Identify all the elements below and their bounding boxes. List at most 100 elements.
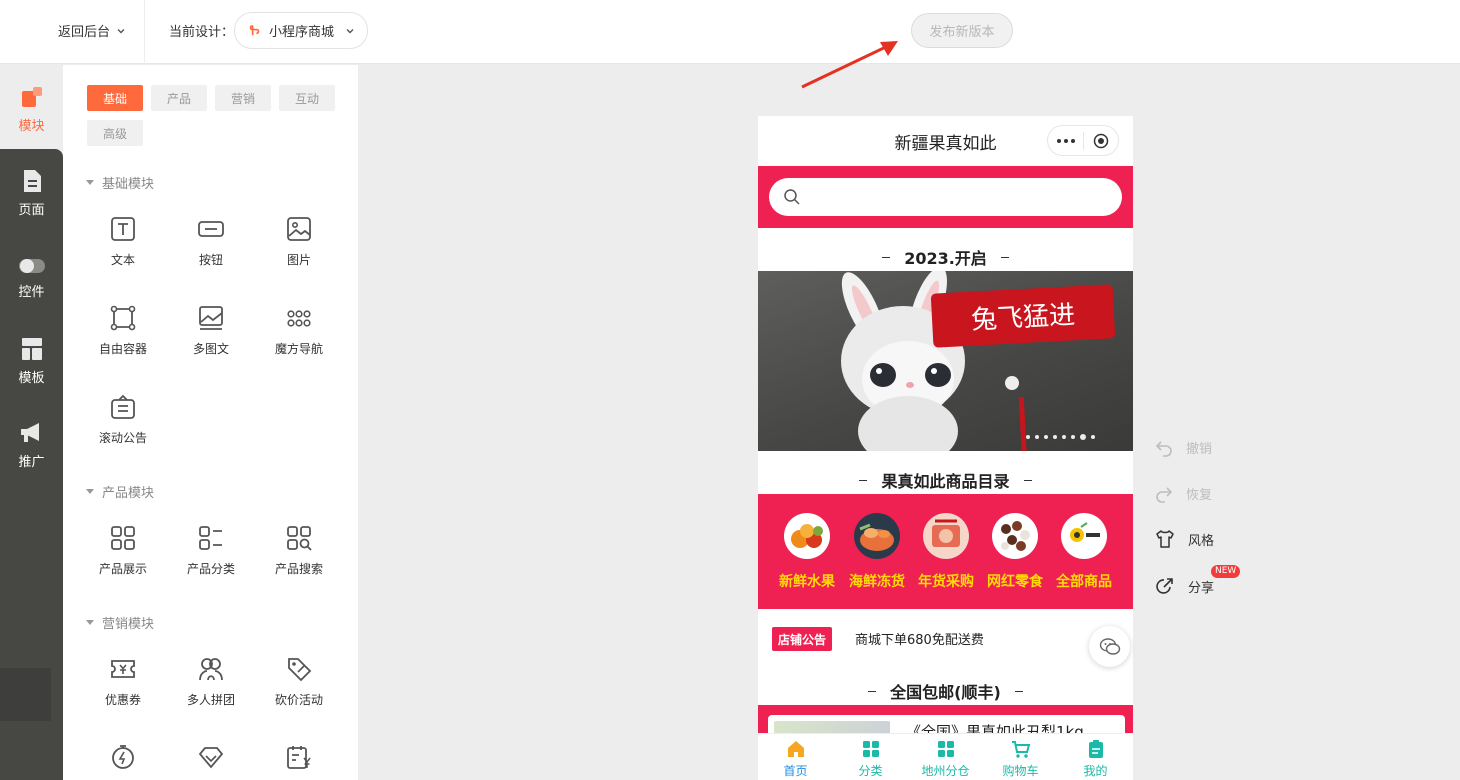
module-points[interactable] — [259, 743, 339, 771]
banner-carousel[interactable]: 兔飞猛进 — [758, 271, 1133, 451]
chip-basic[interactable]: 基础 — [87, 85, 143, 111]
module-label: 优惠券 — [104, 693, 141, 707]
group-buy-icon — [199, 658, 223, 681]
tab-warehouse[interactable]: 地州分仓 — [908, 734, 983, 780]
nav-label: 模块 — [18, 119, 45, 134]
section-marketing[interactable]: 营销模块 — [86, 613, 154, 632]
tool-label: 分享 — [1188, 580, 1215, 596]
category-band: 新鲜水果 海鲜冻货 年货采购 网红零食 全部商品 — [758, 494, 1133, 609]
carousel-dots[interactable] — [1026, 434, 1095, 440]
module-button[interactable]: 按钮 — [171, 215, 251, 268]
module-group-buy[interactable]: 多人拼团 — [171, 655, 251, 708]
seafood-image — [854, 513, 900, 559]
chip-marketing[interactable]: 营销 — [215, 85, 271, 111]
bargain-tag-icon — [288, 658, 312, 682]
category-label: 网红零食 — [987, 574, 1043, 590]
section-basic[interactable]: 基础模块 — [86, 173, 154, 192]
more-icon[interactable] — [1048, 138, 1083, 143]
megaphone-icon — [20, 423, 39, 442]
module-multi-image[interactable]: 多图文 — [171, 304, 251, 357]
module-member[interactable] — [171, 743, 251, 771]
category-seafood[interactable]: 海鲜冻货 — [842, 513, 912, 591]
share-icon — [1156, 578, 1173, 594]
multi-image-icon — [199, 306, 223, 330]
style-button[interactable]: 风格 — [1155, 529, 1214, 549]
nav-promotion[interactable]: 推广 — [0, 421, 63, 470]
search-input[interactable] — [769, 178, 1122, 216]
tab-profile[interactable]: 我的 — [1058, 734, 1133, 780]
section-heading-2023: 2023.开启 — [758, 245, 1133, 269]
share-button[interactable]: 分享 — [1155, 576, 1214, 596]
caret-down-icon — [86, 620, 94, 625]
module-flash-sale[interactable] — [83, 743, 163, 771]
section-heading-text: 果真如此商品目录 — [881, 472, 1010, 491]
page-icon — [23, 170, 41, 192]
cart-icon — [1011, 741, 1030, 758]
category-icon — [862, 741, 879, 757]
module-label: 文本 — [110, 253, 135, 267]
category-label: 年货采购 — [918, 574, 974, 590]
toggle-icon — [18, 259, 45, 273]
capsule-menu[interactable] — [1047, 125, 1119, 156]
category-fruit[interactable]: 新鲜水果 — [772, 513, 842, 591]
category-all[interactable]: 全部商品 — [1049, 513, 1119, 591]
undo-button[interactable]: 撤销 — [1155, 438, 1212, 457]
chip-advanced[interactable]: 高级 — [87, 120, 143, 146]
tab-home[interactable]: 首页 — [758, 734, 833, 780]
module-label: 自由容器 — [98, 342, 147, 356]
notice-text: 商城下单680免配送费 — [855, 633, 984, 648]
module-coupon[interactable]: 优惠券 — [83, 655, 163, 708]
module-product-display[interactable]: 产品展示 — [83, 524, 163, 577]
back-to-admin-button[interactable]: 返回后台 — [58, 21, 126, 40]
nav-label: 控件 — [18, 285, 45, 300]
module-label: 多人拼团 — [186, 693, 235, 707]
tab-category[interactable]: 分类 — [833, 734, 908, 780]
coupon-icon — [111, 660, 135, 678]
module-scroll-notice[interactable]: 滚动公告 — [83, 393, 163, 446]
module-text[interactable]: 文本 — [83, 215, 163, 268]
store-notice[interactable]: 店铺公告 商城下单680免配送费 — [758, 609, 1133, 665]
module-label: 多图文 — [192, 342, 229, 356]
divider — [144, 0, 145, 64]
image-icon — [287, 217, 311, 241]
redo-icon — [1156, 486, 1173, 503]
tab-cart[interactable]: 购物车 — [983, 734, 1058, 780]
phone-preview: 新疆果真如此 2023.开启 兔飞猛进 果真如此商品目录 新鲜水果 海鲜冻货 年… — [758, 116, 1133, 780]
chip-interaction[interactable]: 互动 — [279, 85, 335, 111]
publish-button[interactable]: 发布新版本 — [911, 13, 1013, 48]
current-design-label: 当前设计： — [169, 25, 235, 40]
search-band — [758, 166, 1133, 228]
tab-bar: 首页 分类 地州分仓 购物车 我的 — [758, 733, 1133, 780]
nav-label: 推广 — [18, 455, 45, 470]
module-free-container[interactable]: 自由容器 — [83, 304, 163, 357]
module-panel: 基础 产品 营销 互动 高级 基础模块 文本 按钮 图片 自由容器 多图文 魔方… — [63, 65, 358, 780]
tab-label: 购物车 — [1002, 764, 1039, 778]
customer-service-button[interactable] — [1089, 626, 1130, 667]
nav-templates[interactable]: 模板 — [0, 337, 63, 386]
tool-label: 风格 — [1188, 533, 1215, 549]
module-product-category[interactable]: 产品分类 — [171, 524, 251, 577]
nav-controls[interactable]: 控件 — [0, 257, 63, 300]
redo-button[interactable]: 恢复 — [1155, 484, 1212, 503]
nav-modules[interactable]: 模块 — [0, 85, 63, 134]
category-new-year[interactable]: 年货采购 — [911, 513, 981, 591]
module-label: 魔方导航 — [274, 342, 323, 356]
nav-pages[interactable]: 页面 — [0, 169, 63, 218]
chip-product[interactable]: 产品 — [151, 85, 207, 111]
design-select[interactable]: 小程序商城 — [234, 12, 368, 49]
undo-icon — [1155, 440, 1172, 457]
banner-sign-text: 兔飞猛进 — [970, 300, 1075, 335]
product-grid-icon — [111, 526, 135, 550]
module-product-search[interactable]: 产品搜索 — [259, 524, 339, 577]
module-image[interactable]: 图片 — [259, 215, 339, 268]
text-icon — [111, 217, 135, 241]
module-bargain[interactable]: 砍价活动 — [259, 655, 339, 708]
module-grid-nav[interactable]: 魔方导航 — [259, 304, 339, 357]
section-product[interactable]: 产品模块 — [86, 482, 154, 501]
caret-down-icon — [86, 180, 94, 185]
module-label: 产品分类 — [186, 562, 235, 576]
record-icon[interactable] — [1084, 133, 1118, 149]
tab-label: 我的 — [1083, 764, 1108, 778]
warehouse-icon — [937, 741, 954, 757]
category-snacks[interactable]: 网红零食 — [980, 513, 1050, 591]
